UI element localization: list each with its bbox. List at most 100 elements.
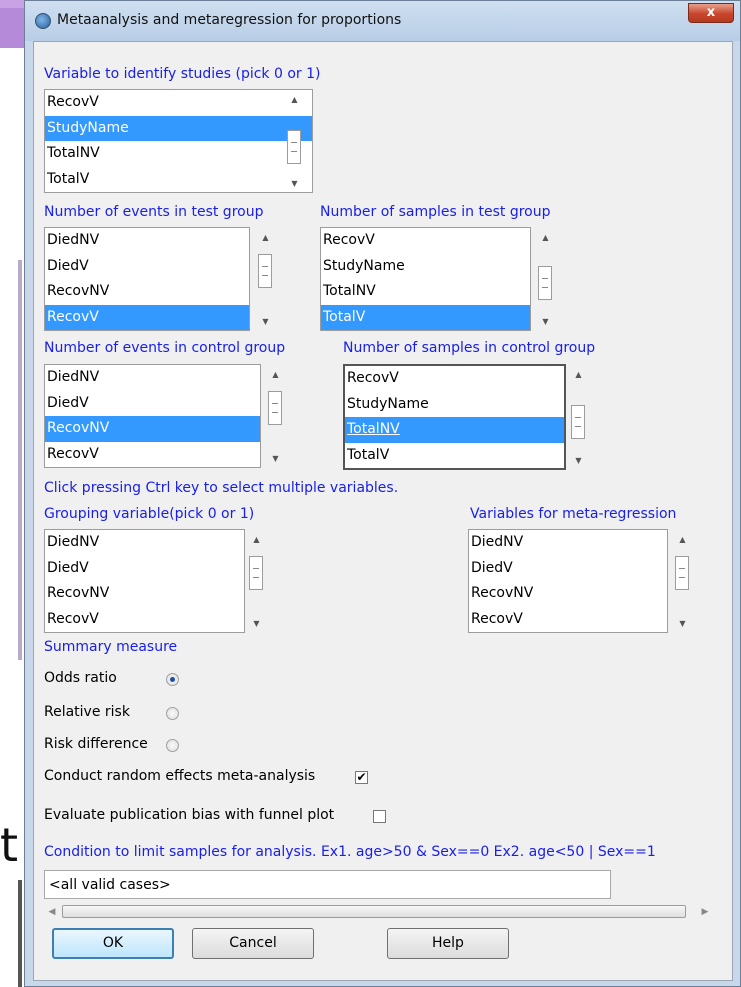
condition-label: Condition to limit samples for analysis.… — [44, 844, 656, 860]
list-item-selected[interactable]: TotalNV — [345, 417, 564, 443]
scroll-down-icon[interactable]: ▼ — [674, 615, 691, 632]
funnel-plot-checkbox[interactable] — [373, 810, 386, 823]
list-item[interactable]: StudyName — [345, 392, 564, 418]
scroll-thumb[interactable] — [268, 391, 282, 425]
study-id-label: Variable to identify studies (pick 0 or … — [44, 66, 321, 82]
list-item[interactable]: RecovNV — [469, 581, 667, 607]
funnel-plot-label: Evaluate publication bias with funnel pl… — [44, 807, 335, 823]
samples-test-listbox[interactable]: RecovV StudyName TotalNV TotalV — [320, 227, 531, 331]
study-id-listbox[interactable]: RecovV StudyName TotalNV TotalV — [44, 89, 313, 193]
dialog-client-area: Variable to identify studies (pick 0 or … — [33, 41, 733, 981]
list-item[interactable]: TotalNV — [321, 279, 530, 305]
scroll-down-icon[interactable]: ▼ — [267, 450, 284, 467]
background-stripe-dark — [18, 880, 22, 987]
events-control-scrollbar[interactable]: ▲ ▼ — [267, 364, 284, 468]
list-item[interactable]: RecovV — [45, 607, 244, 633]
scroll-left-icon[interactable]: ◀ — [44, 904, 60, 920]
events-test-listbox[interactable]: DiedNV DiedV RecovNV RecovV — [44, 227, 250, 331]
list-item-selected-text: TotalNV — [347, 421, 400, 437]
scroll-down-icon[interactable]: ▼ — [248, 615, 265, 632]
list-item[interactable]: RecovV — [469, 607, 667, 633]
list-item[interactable]: RecovV — [345, 366, 564, 392]
samples-test-label: Number of samples in test group — [320, 204, 551, 220]
scroll-down-icon[interactable]: ▼ — [537, 313, 554, 330]
list-item[interactable]: DiedV — [45, 391, 260, 417]
metaanalysis-dialog: Metaanalysis and metaregression for prop… — [24, 0, 741, 987]
metareg-label: Variables for meta-regression — [470, 506, 677, 522]
scroll-thumb[interactable] — [571, 405, 585, 439]
list-item[interactable]: TotalV — [345, 443, 564, 469]
background-stripe — [18, 260, 22, 660]
cancel-button[interactable]: Cancel — [192, 928, 314, 959]
scroll-down-icon[interactable]: ▼ — [286, 175, 303, 192]
list-item[interactable]: RecovV — [45, 442, 260, 468]
list-item[interactable]: RecovV — [321, 228, 530, 254]
background-glyph: t — [0, 818, 19, 872]
list-item[interactable]: TotalNV — [45, 141, 312, 167]
list-item[interactable]: DiedNV — [45, 530, 244, 556]
samples-control-scrollbar[interactable]: ▲ ▼ — [570, 364, 587, 470]
grouping-listbox[interactable]: DiedNV DiedV RecovNV RecovV — [44, 529, 245, 633]
close-button[interactable]: x — [688, 3, 734, 23]
events-control-listbox[interactable]: DiedNV DiedV RecovNV RecovV — [44, 364, 261, 468]
list-item[interactable]: DiedNV — [45, 228, 249, 254]
relative-risk-radio[interactable] — [166, 707, 179, 720]
list-item[interactable]: DiedV — [45, 556, 244, 582]
list-item[interactable]: RecovV — [45, 90, 312, 116]
list-item[interactable]: TotalV — [45, 167, 312, 193]
scroll-up-icon[interactable]: ▲ — [286, 91, 303, 108]
list-item-selected[interactable]: RecovNV — [45, 416, 260, 442]
events-test-scrollbar[interactable]: ▲ ▼ — [257, 227, 274, 331]
relative-risk-label: Relative risk — [44, 704, 130, 720]
help-button[interactable]: Help — [387, 928, 509, 959]
scroll-up-icon[interactable]: ▲ — [248, 531, 265, 548]
scroll-up-icon[interactable]: ▲ — [257, 229, 274, 246]
scroll-thumb[interactable] — [62, 905, 686, 918]
events-test-label: Number of events in test group — [44, 204, 264, 220]
condition-hscrollbar[interactable]: ◀ ▶ — [44, 904, 713, 920]
list-item[interactable]: DiedV — [45, 254, 249, 280]
metareg-scrollbar[interactable]: ▲ ▼ — [674, 529, 691, 633]
scroll-thumb[interactable] — [538, 266, 552, 300]
scroll-thumb[interactable] — [249, 556, 263, 590]
grouping-label: Grouping variable(pick 0 or 1) — [44, 506, 255, 522]
study-id-scrollbar[interactable]: ▲ ▼ — [286, 89, 303, 193]
list-item[interactable]: DiedNV — [45, 365, 260, 391]
list-item[interactable]: RecovNV — [45, 581, 244, 607]
samples-test-scrollbar[interactable]: ▲ ▼ — [537, 227, 554, 331]
summary-measure-label: Summary measure — [44, 639, 178, 655]
list-item-selected[interactable]: TotalV — [321, 304, 530, 330]
scroll-up-icon[interactable]: ▲ — [674, 531, 691, 548]
random-effects-checkbox[interactable]: ✔ — [355, 771, 368, 784]
scroll-thumb[interactable] — [287, 130, 301, 164]
condition-input[interactable]: <all valid cases> — [44, 870, 611, 899]
events-control-label: Number of events in control group — [44, 340, 286, 356]
scroll-up-icon[interactable]: ▲ — [267, 366, 284, 383]
scroll-down-icon[interactable]: ▼ — [257, 313, 274, 330]
odds-ratio-label: Odds ratio — [44, 670, 117, 686]
metareg-listbox[interactable]: DiedNV DiedV RecovNV RecovV — [468, 529, 668, 633]
ctrl-hint-text: Click pressing Ctrl key to select multip… — [44, 480, 399, 496]
list-item[interactable]: StudyName — [321, 254, 530, 280]
scroll-right-icon[interactable]: ▶ — [697, 904, 713, 920]
list-item[interactable]: DiedNV — [469, 530, 667, 556]
window-title: Metaanalysis and metaregression for prop… — [57, 12, 402, 28]
risk-difference-radio[interactable] — [166, 739, 179, 752]
samples-control-listbox[interactable]: RecovV StudyName TotalNV TotalV — [343, 364, 566, 470]
list-item[interactable]: RecovNV — [45, 279, 249, 305]
scroll-thumb[interactable] — [258, 254, 272, 288]
list-item[interactable]: DiedV — [469, 556, 667, 582]
list-item-selected[interactable]: StudyName — [45, 115, 312, 141]
list-item-selected[interactable]: RecovV — [45, 304, 249, 330]
grouping-scrollbar[interactable]: ▲ ▼ — [248, 529, 265, 633]
random-effects-label: Conduct random effects meta-analysis — [44, 768, 316, 784]
scroll-down-icon[interactable]: ▼ — [570, 452, 587, 469]
app-globe-icon — [35, 13, 51, 29]
odds-ratio-radio[interactable] — [166, 673, 179, 686]
scroll-up-icon[interactable]: ▲ — [570, 366, 587, 383]
title-bar[interactable]: Metaanalysis and metaregression for prop… — [25, 1, 740, 41]
scroll-thumb[interactable] — [675, 556, 689, 590]
ok-button[interactable]: OK — [52, 928, 174, 959]
scroll-up-icon[interactable]: ▲ — [537, 229, 554, 246]
risk-difference-label: Risk difference — [44, 736, 148, 752]
